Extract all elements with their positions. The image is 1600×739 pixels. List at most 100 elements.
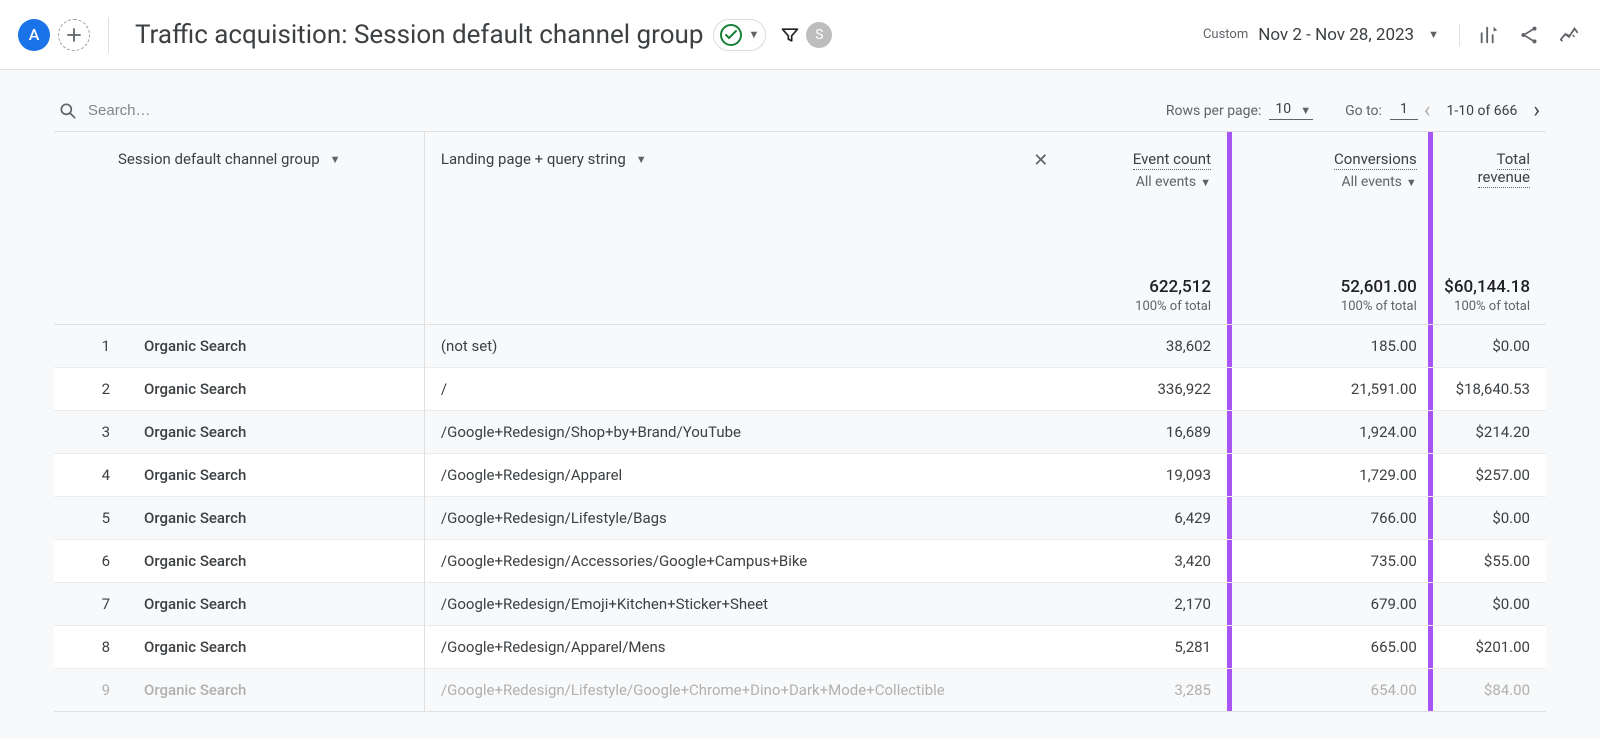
caret-down-icon: ▼ [636, 153, 647, 166]
rows-per-page-select[interactable]: 10 ▼ [1269, 101, 1313, 120]
share-icon[interactable] [1518, 24, 1540, 46]
caret-down-icon: ▼ [330, 153, 341, 166]
conversions-total: 52,601.00 [1341, 277, 1417, 297]
row-index: 1 [70, 337, 110, 355]
column-header-event-count[interactable]: Event count All events ▼ 622,512 100% of… [1062, 132, 1227, 324]
table-row[interactable]: 3Organic Search/Google+Redesign/Shop+by+… [54, 410, 1546, 453]
cell-channel-group: 6 Organic Search [54, 539, 424, 582]
highlight-border [1428, 368, 1433, 410]
cell-event-count: 6,429 [1062, 496, 1227, 539]
cell-event-count: 3,420 [1062, 539, 1227, 582]
insights-icon[interactable] [1558, 24, 1580, 46]
search-input[interactable] [88, 102, 388, 119]
cell-landing-page: /Google+Redesign/Apparel/Mens [424, 625, 1062, 668]
cell-channel-group: 8Organic Search [54, 625, 424, 668]
cell-conversions: 766.00 [1227, 496, 1433, 539]
date-range-picker[interactable]: Nov 2 - Nov 28, 2023 ▼ [1258, 25, 1439, 45]
channel-group-value: Organic Search [144, 509, 246, 527]
caret-down-icon: ▼ [1406, 176, 1417, 189]
cell-revenue: $84.00 [1433, 668, 1546, 711]
cell-landing-page: /Google+Redesign/Accessories/Google+Camp… [424, 539, 1062, 582]
cell-revenue: $0.00 [1433, 582, 1546, 625]
column-header-landing-page: Landing page + query string ▼ ✕ [424, 132, 1062, 324]
cell-revenue: $18,640.53 [1433, 367, 1546, 410]
primary-dimension-select[interactable]: Session default channel group ▼ [118, 150, 341, 168]
highlight-border [1227, 669, 1232, 711]
row-index: 5 [70, 509, 110, 527]
add-comparison-button[interactable] [58, 19, 90, 51]
highlight-border [1227, 454, 1232, 496]
column-header-conversions[interactable]: Conversions All events ▼ 52,601.00 100% … [1227, 132, 1433, 324]
prev-page-button[interactable]: ‹ [1418, 98, 1437, 123]
table-row[interactable]: 9Organic Search/Google+Redesign/Lifestyl… [54, 668, 1546, 711]
table-row[interactable]: 1Organic Search(not set)38,602185.00$0.0… [54, 324, 1546, 367]
channel-group-value: Organic Search [144, 380, 246, 398]
cell-revenue: $0.00 [1433, 324, 1546, 367]
conversion-filter-select[interactable]: All events ▼ [1341, 174, 1416, 190]
cell-channel-group: 5 Organic Search [54, 496, 424, 539]
rows-per-page-label: Rows per page: [1166, 103, 1261, 119]
highlight-border [1428, 669, 1433, 711]
cell-channel-group: 1 Organic Search [54, 324, 424, 367]
plus-icon [67, 28, 81, 42]
caret-down-icon: ▼ [748, 28, 759, 41]
row-index: 6 [70, 552, 110, 570]
channel-group-value: Organic Search [144, 595, 246, 613]
channel-group-value: Organic Search [144, 423, 246, 441]
column-header-revenue[interactable]: Total revenue $60,144.18 100% of total [1433, 132, 1546, 324]
table-row[interactable]: 7Organic Search/Google+Redesign/Emoji+Ki… [54, 582, 1546, 625]
row-index: 9 [70, 681, 110, 699]
cell-event-count: 336,922 [1062, 367, 1227, 410]
check-circle-icon [720, 24, 742, 46]
cell-landing-page: / [424, 367, 1062, 410]
segment-chip[interactable]: S [806, 22, 832, 48]
highlight-border [1227, 540, 1232, 582]
highlight-border [1428, 325, 1433, 367]
cell-conversions: 21,591.00 [1227, 367, 1433, 410]
cell-channel-group: 9Organic Search [54, 668, 424, 711]
revenue-pct: 100% of total [1444, 299, 1530, 314]
event-filter-select[interactable]: All events ▼ [1136, 174, 1211, 190]
remove-dimension-button[interactable]: ✕ [1033, 150, 1048, 171]
cell-event-count: 16,689 [1062, 410, 1227, 453]
cell-landing-page: /Google+Redesign/Apparel [424, 453, 1062, 496]
page-info: 1-10 of 666 [1447, 103, 1518, 119]
cell-conversions: 1,924.00 [1227, 410, 1433, 453]
channel-group-value: Organic Search [144, 638, 246, 656]
revenue-total: $60,144.18 [1444, 277, 1530, 297]
search-icon [58, 101, 78, 121]
account-avatar[interactable]: A [18, 19, 50, 51]
table-row[interactable]: 2Organic Search/336,92221,591.00$18,640.… [54, 367, 1546, 410]
table-row[interactable]: 5Organic Search/Google+Redesign/Lifestyl… [54, 496, 1546, 539]
cell-event-count: 2,170 [1062, 582, 1227, 625]
highlight-border [1428, 583, 1433, 625]
channel-group-value: Organic Search [144, 552, 246, 570]
highlight-border [1227, 626, 1232, 668]
cell-channel-group: 4Organic Search [54, 453, 424, 496]
filter-icon[interactable] [780, 25, 800, 45]
table-row[interactable]: 4Organic Search/Google+Redesign/Apparel1… [54, 453, 1546, 496]
channel-group-value: Organic Search [144, 337, 246, 355]
cell-event-count: 3,285 [1062, 668, 1227, 711]
customize-report-icon[interactable] [1478, 24, 1500, 46]
highlight-border [1428, 411, 1433, 453]
highlight-border [1428, 626, 1433, 668]
secondary-dimension-select[interactable]: Landing page + query string ▼ [441, 150, 647, 168]
date-range-label: Custom [1203, 27, 1248, 42]
next-page-button[interactable]: › [1527, 98, 1546, 123]
table-row[interactable]: 6 Organic Search/Google+Redesign/Accessor… [54, 539, 1546, 582]
highlight-border [1227, 411, 1232, 453]
caret-down-icon: ▼ [1428, 28, 1439, 41]
goto-input[interactable]: 1 [1390, 101, 1418, 120]
conversions-pct: 100% of total [1341, 299, 1417, 314]
cell-landing-page: /Google+Redesign/Shop+by+Brand/YouTube [424, 410, 1062, 453]
cell-channel-group: 3Organic Search [54, 410, 424, 453]
cell-revenue: $257.00 [1433, 453, 1546, 496]
status-pill[interactable]: ▼ [713, 19, 766, 51]
cell-conversions: 654.00 [1227, 668, 1433, 711]
highlight-border [1227, 368, 1232, 410]
table-row[interactable]: 8Organic Search/Google+Redesign/Apparel/… [54, 625, 1546, 668]
column-header-channel-group: Session default channel group ▼ [54, 132, 424, 324]
cell-revenue: $214.20 [1433, 410, 1546, 453]
cell-event-count: 19,093 [1062, 453, 1227, 496]
